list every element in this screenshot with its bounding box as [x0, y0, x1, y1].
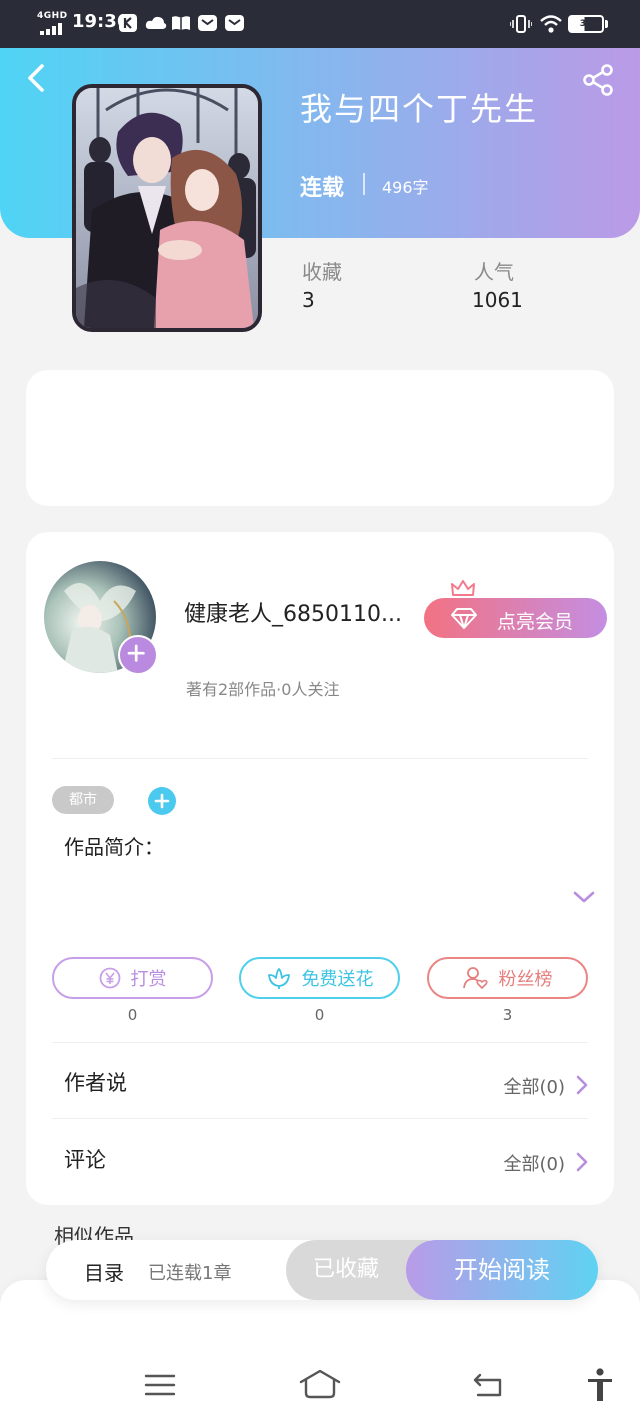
- tip-count: 0: [127, 1006, 138, 1024]
- comments-title: 评论: [64, 1148, 106, 1172]
- divider: [52, 758, 588, 759]
- flower-icon: [267, 968, 290, 989]
- blank-card: [26, 370, 614, 506]
- divider: [52, 1118, 588, 1119]
- yen-circle-icon: [99, 967, 120, 989]
- vip-button[interactable]: 点亮会员: [424, 598, 607, 638]
- chevron-right-icon[interactable]: [575, 1075, 589, 1095]
- diamond-icon: [451, 608, 477, 629]
- intro-label: 作品简介：: [64, 835, 164, 859]
- tip-button[interactable]: 打赏: [52, 957, 213, 999]
- book-icon: [172, 16, 190, 30]
- popularity-count: 1061: [472, 288, 523, 312]
- comments-all-link[interactable]: 全部(0): [504, 1150, 566, 1176]
- author-notes-title: 作者说: [64, 1071, 127, 1095]
- book-cover[interactable]: [72, 84, 262, 332]
- back-icon[interactable]: [24, 62, 50, 94]
- menu-icon[interactable]: [144, 1373, 176, 1397]
- signal-icon: [40, 23, 62, 35]
- fan-heart-icon: [462, 967, 488, 989]
- toc-button[interactable]: 目录: [84, 1257, 124, 1286]
- mail-icon: [225, 15, 244, 31]
- start-reading-button[interactable]: 开始阅读: [406, 1240, 598, 1300]
- fan-count: 3: [502, 1006, 513, 1024]
- k-app-icon: [119, 14, 137, 32]
- genre-tag[interactable]: 都市: [52, 786, 114, 814]
- send-flower-label: 免费送花: [301, 969, 374, 990]
- flower-count: 0: [314, 1006, 325, 1024]
- follow-plus-icon[interactable]: [118, 635, 158, 675]
- chevron-right-icon[interactable]: [575, 1152, 589, 1172]
- battery-tip: [605, 20, 608, 28]
- home-icon[interactable]: [298, 1368, 342, 1400]
- divider: [52, 1042, 588, 1043]
- wifi-icon: [540, 15, 562, 33]
- author-info-card: 健康老人_6850110... 点亮会员 著有2部作品·0人关注 都市 作品简介…: [26, 532, 614, 1205]
- collected-label: 已收藏: [312, 1257, 379, 1282]
- vibrate-icon: [510, 15, 532, 33]
- status-separator: [363, 173, 365, 195]
- popularity-label: 人气: [474, 260, 514, 284]
- status-bar: 4GHD 19:36 39: [0, 0, 640, 48]
- battery-icon: 39: [568, 15, 604, 33]
- author-notes-all-link[interactable]: 全部(0): [504, 1073, 566, 1099]
- cloud-icon: [145, 16, 167, 29]
- add-tag-icon[interactable]: [148, 787, 176, 815]
- crown-icon: [451, 580, 475, 596]
- book-title: 我与四个丁先生: [300, 90, 539, 128]
- network-type: 4GHD: [37, 11, 68, 21]
- fan-ranking-button[interactable]: 粉丝榜: [427, 957, 588, 999]
- author-meta: 著有2部作品·0人关注: [186, 680, 340, 699]
- cover-illustration: [76, 88, 258, 328]
- send-flower-button[interactable]: 免费送花: [239, 957, 400, 999]
- word-count: 496字: [382, 178, 429, 197]
- accessibility-icon[interactable]: [586, 1368, 614, 1402]
- mail-icon: [198, 15, 217, 31]
- system-nav-bar: [0, 1280, 640, 1422]
- author-name[interactable]: 健康老人_6850110...: [184, 596, 402, 628]
- reading-action-bar: 目录 已连载1章 已收藏 开始阅读: [46, 1240, 598, 1300]
- serial-status: 连载: [300, 176, 345, 201]
- tip-label: 打赏: [130, 969, 167, 990]
- battery-level: 39: [579, 19, 593, 29]
- favorites-label: 收藏: [302, 260, 342, 284]
- chevron-down-icon[interactable]: [573, 890, 595, 904]
- share-icon[interactable]: [582, 64, 614, 96]
- favorites-count: 3: [302, 288, 315, 312]
- back-nav-icon[interactable]: [472, 1372, 504, 1398]
- chapter-progress: 已连载1章: [148, 1263, 232, 1284]
- fan-ranking-label: 粉丝榜: [498, 969, 553, 990]
- vip-button-label: 点亮会员: [497, 611, 574, 633]
